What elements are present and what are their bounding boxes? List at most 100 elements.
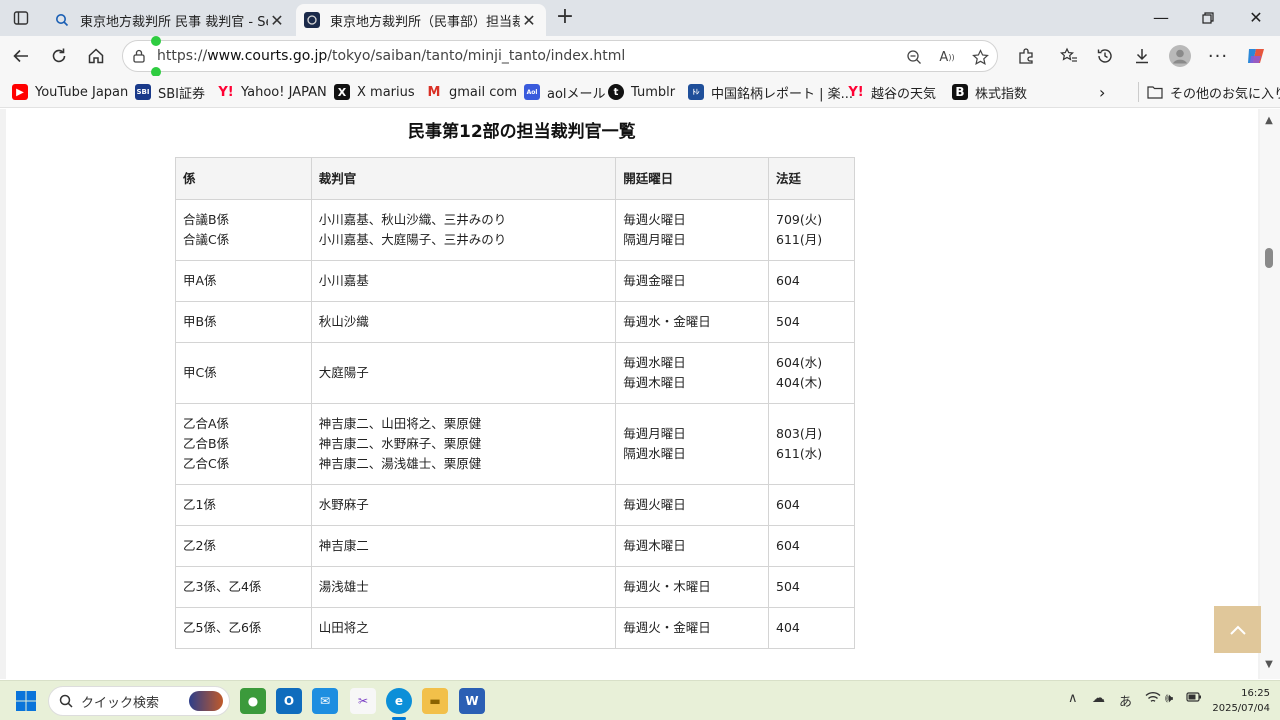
cell-line: 毎週火曜日 — [623, 497, 686, 512]
cell-line: 604 — [776, 497, 800, 512]
close-window-button[interactable]: ✕ — [1241, 8, 1271, 28]
start-button[interactable] — [15, 690, 37, 712]
status-dot-icon — [151, 36, 161, 46]
mail-icon[interactable]: ✉ — [312, 688, 338, 714]
court-favicon-icon — [304, 12, 320, 28]
restore-button[interactable] — [1193, 8, 1223, 28]
history-icon[interactable] — [1094, 45, 1116, 67]
bookmark-rakuten[interactable]: ﾄﾚ 中国銘柄レポート | 楽... — [688, 82, 853, 102]
bookmark-label: 越谷の天気 — [871, 86, 937, 102]
new-tab-button[interactable]: + — [553, 6, 577, 30]
bookmark-aol[interactable]: Aol aolメール — [524, 82, 606, 102]
page-scrollbar[interactable]: ▲ ▼ — [1260, 109, 1280, 679]
cell-line: 神吉康二 — [318, 538, 369, 553]
read-aloud-icon[interactable]: A)) — [938, 48, 956, 66]
bookmark-weather[interactable]: Y! 越谷の天気 — [848, 82, 936, 102]
outlook-icon[interactable]: O — [276, 688, 302, 714]
address-bar[interactable]: https://www.courts.go.jp/tokyo/saiban/ta… — [122, 40, 998, 72]
site-info-icon[interactable] — [131, 48, 147, 64]
tab-close-icon[interactable]: ✕ — [268, 11, 286, 30]
copilot-app-icon[interactable]: ● — [240, 688, 266, 714]
tab-close-icon[interactable]: ✕ — [520, 11, 538, 30]
cell-line: 毎週木曜日 — [623, 375, 686, 390]
wifi-icon[interactable] — [1145, 691, 1161, 708]
back-to-top-button[interactable] — [1214, 606, 1261, 653]
cell-judges: 小川嘉基 — [310, 260, 617, 302]
cell-judges: 山田将之 — [310, 607, 617, 649]
copilot-icon[interactable] — [1245, 45, 1267, 67]
file-explorer-icon[interactable]: ▬ — [422, 688, 448, 714]
ime-indicator[interactable]: あ — [1119, 691, 1132, 710]
yahoo-icon: Y! — [218, 84, 234, 100]
home-button[interactable] — [83, 44, 109, 68]
settings-more-icon[interactable]: ··· — [1207, 45, 1229, 67]
snipping-tool-icon[interactable]: ✂ — [350, 688, 376, 714]
cell-line: 乙5係、乙6係 — [183, 620, 262, 635]
cell-line: 小川嘉基、秋山沙織、三井みのり — [318, 212, 507, 227]
other-favorites-folder[interactable]: その他のお気に入り — [1138, 82, 1280, 102]
taskbar-clock[interactable]: 16:25 2025/07/04 — [1212, 686, 1270, 716]
bookmark-index[interactable]: B 株式指数 — [952, 82, 1027, 102]
header-judges: 裁判官 — [310, 157, 617, 200]
folder-icon — [1147, 84, 1163, 100]
extensions-icon[interactable] — [1015, 45, 1037, 67]
onedrive-icon[interactable]: ☁ — [1092, 691, 1105, 706]
scroll-up-icon[interactable]: ▲ — [1263, 115, 1275, 127]
cell-kakari: 甲C係 — [175, 342, 312, 404]
cell-court: 504 — [768, 566, 855, 608]
search-highlight-icon — [189, 691, 223, 711]
show-hidden-icons-chevron-icon[interactable]: ∧ — [1068, 691, 1078, 706]
windows-taskbar: クイック検索 ● O ✉ ✂ e ▬ W ∧ ☁ あ 🕪 16:25 2025/… — [0, 680, 1280, 720]
back-button[interactable] — [8, 44, 34, 68]
minimize-button[interactable]: — — [1146, 8, 1176, 28]
tab-actions-icon — [13, 11, 29, 25]
cell-court: 504 — [768, 301, 855, 343]
cell-days: 毎週火曜日 隔週月曜日 — [615, 199, 770, 261]
cell-judges: 小川嘉基、秋山沙織、三井みのり 小川嘉基、大庭陽子、三井みのり — [310, 199, 617, 261]
bookmark-label: その他のお気に入り — [1170, 86, 1280, 102]
cell-judges: 秋山沙織 — [310, 301, 617, 343]
favorite-star-icon[interactable] — [971, 48, 989, 66]
bookmark-yahoo[interactable]: Y! Yahoo! JAPAN — [218, 82, 326, 102]
tab-actions-button[interactable] — [8, 6, 34, 30]
bookmark-label: gmail com — [449, 84, 518, 100]
bookmark-sbi[interactable]: SBI SBI証券 — [135, 82, 205, 102]
favorites-icon[interactable] — [1058, 45, 1080, 67]
rakuten-icon: ﾄﾚ — [688, 84, 704, 100]
cell-kakari: 甲B係 — [175, 301, 312, 343]
table-row: 甲C係 大庭陽子 毎週水曜日 毎週木曜日 604(水) 404(木) — [175, 342, 855, 404]
url-scheme: https:// — [157, 48, 208, 64]
table-header-row: 係 裁判官 開廷曜日 法廷 — [175, 157, 855, 200]
back-arrow-icon — [13, 49, 28, 63]
cell-line: 611(月) — [776, 232, 823, 247]
downloads-icon[interactable] — [1131, 45, 1153, 67]
profile-avatar-icon[interactable] — [1169, 45, 1191, 67]
tab-search[interactable]: 東京地方裁判所 民事 裁判官 - Sea ✕ — [46, 4, 294, 36]
bookmark-x[interactable]: X X marius — [334, 82, 415, 102]
table-row: 合議B係 合議C係 小川嘉基、秋山沙織、三井みのり 小川嘉基、大庭陽子、三井みのり 毎週… — [175, 199, 855, 261]
more-bookmarks-chevron-icon[interactable]: › — [1099, 82, 1105, 102]
cell-line: 604(水) — [776, 355, 823, 370]
refresh-button[interactable] — [46, 44, 72, 68]
bookmark-tumblr[interactable]: t Tumblr — [608, 82, 675, 102]
word-icon[interactable]: W — [459, 688, 485, 714]
bookmark-label: YouTube Japan — [35, 84, 129, 100]
url-text[interactable]: https://www.courts.go.jp/tokyo/saiban/ta… — [157, 48, 625, 64]
cell-line: 毎週火・金曜日 — [623, 620, 711, 635]
scroll-down-icon[interactable]: ▼ — [1263, 659, 1275, 671]
tab-courts[interactable]: 東京地方裁判所（民事部）担当裁 ✕ — [296, 4, 546, 36]
edge-icon[interactable]: e — [386, 688, 412, 714]
youtube-icon: ▶ — [12, 84, 28, 100]
battery-icon[interactable] — [1186, 691, 1202, 707]
cell-days: 毎週火・木曜日 — [615, 566, 770, 608]
bookmark-youtube[interactable]: ▶ YouTube Japan — [12, 82, 128, 102]
cell-judges: 神吉康二、山田将之、栗原健 神吉康二、水野麻子、栗原健 神吉康二、湯浅雄士、栗原健 — [310, 403, 617, 485]
cell-court: 604(水) 404(木) — [768, 342, 855, 404]
scrollbar-thumb[interactable] — [1265, 248, 1273, 268]
cell-line: 乙2係 — [183, 538, 216, 553]
taskbar-search-box[interactable]: クイック検索 — [48, 686, 230, 716]
bookmark-gmail[interactable]: M gmail com — [426, 82, 517, 102]
zoom-icon[interactable] — [905, 48, 923, 66]
cell-kakari: 合議B係 合議C係 — [175, 199, 312, 261]
volume-icon[interactable]: 🕪 — [1165, 691, 1173, 706]
